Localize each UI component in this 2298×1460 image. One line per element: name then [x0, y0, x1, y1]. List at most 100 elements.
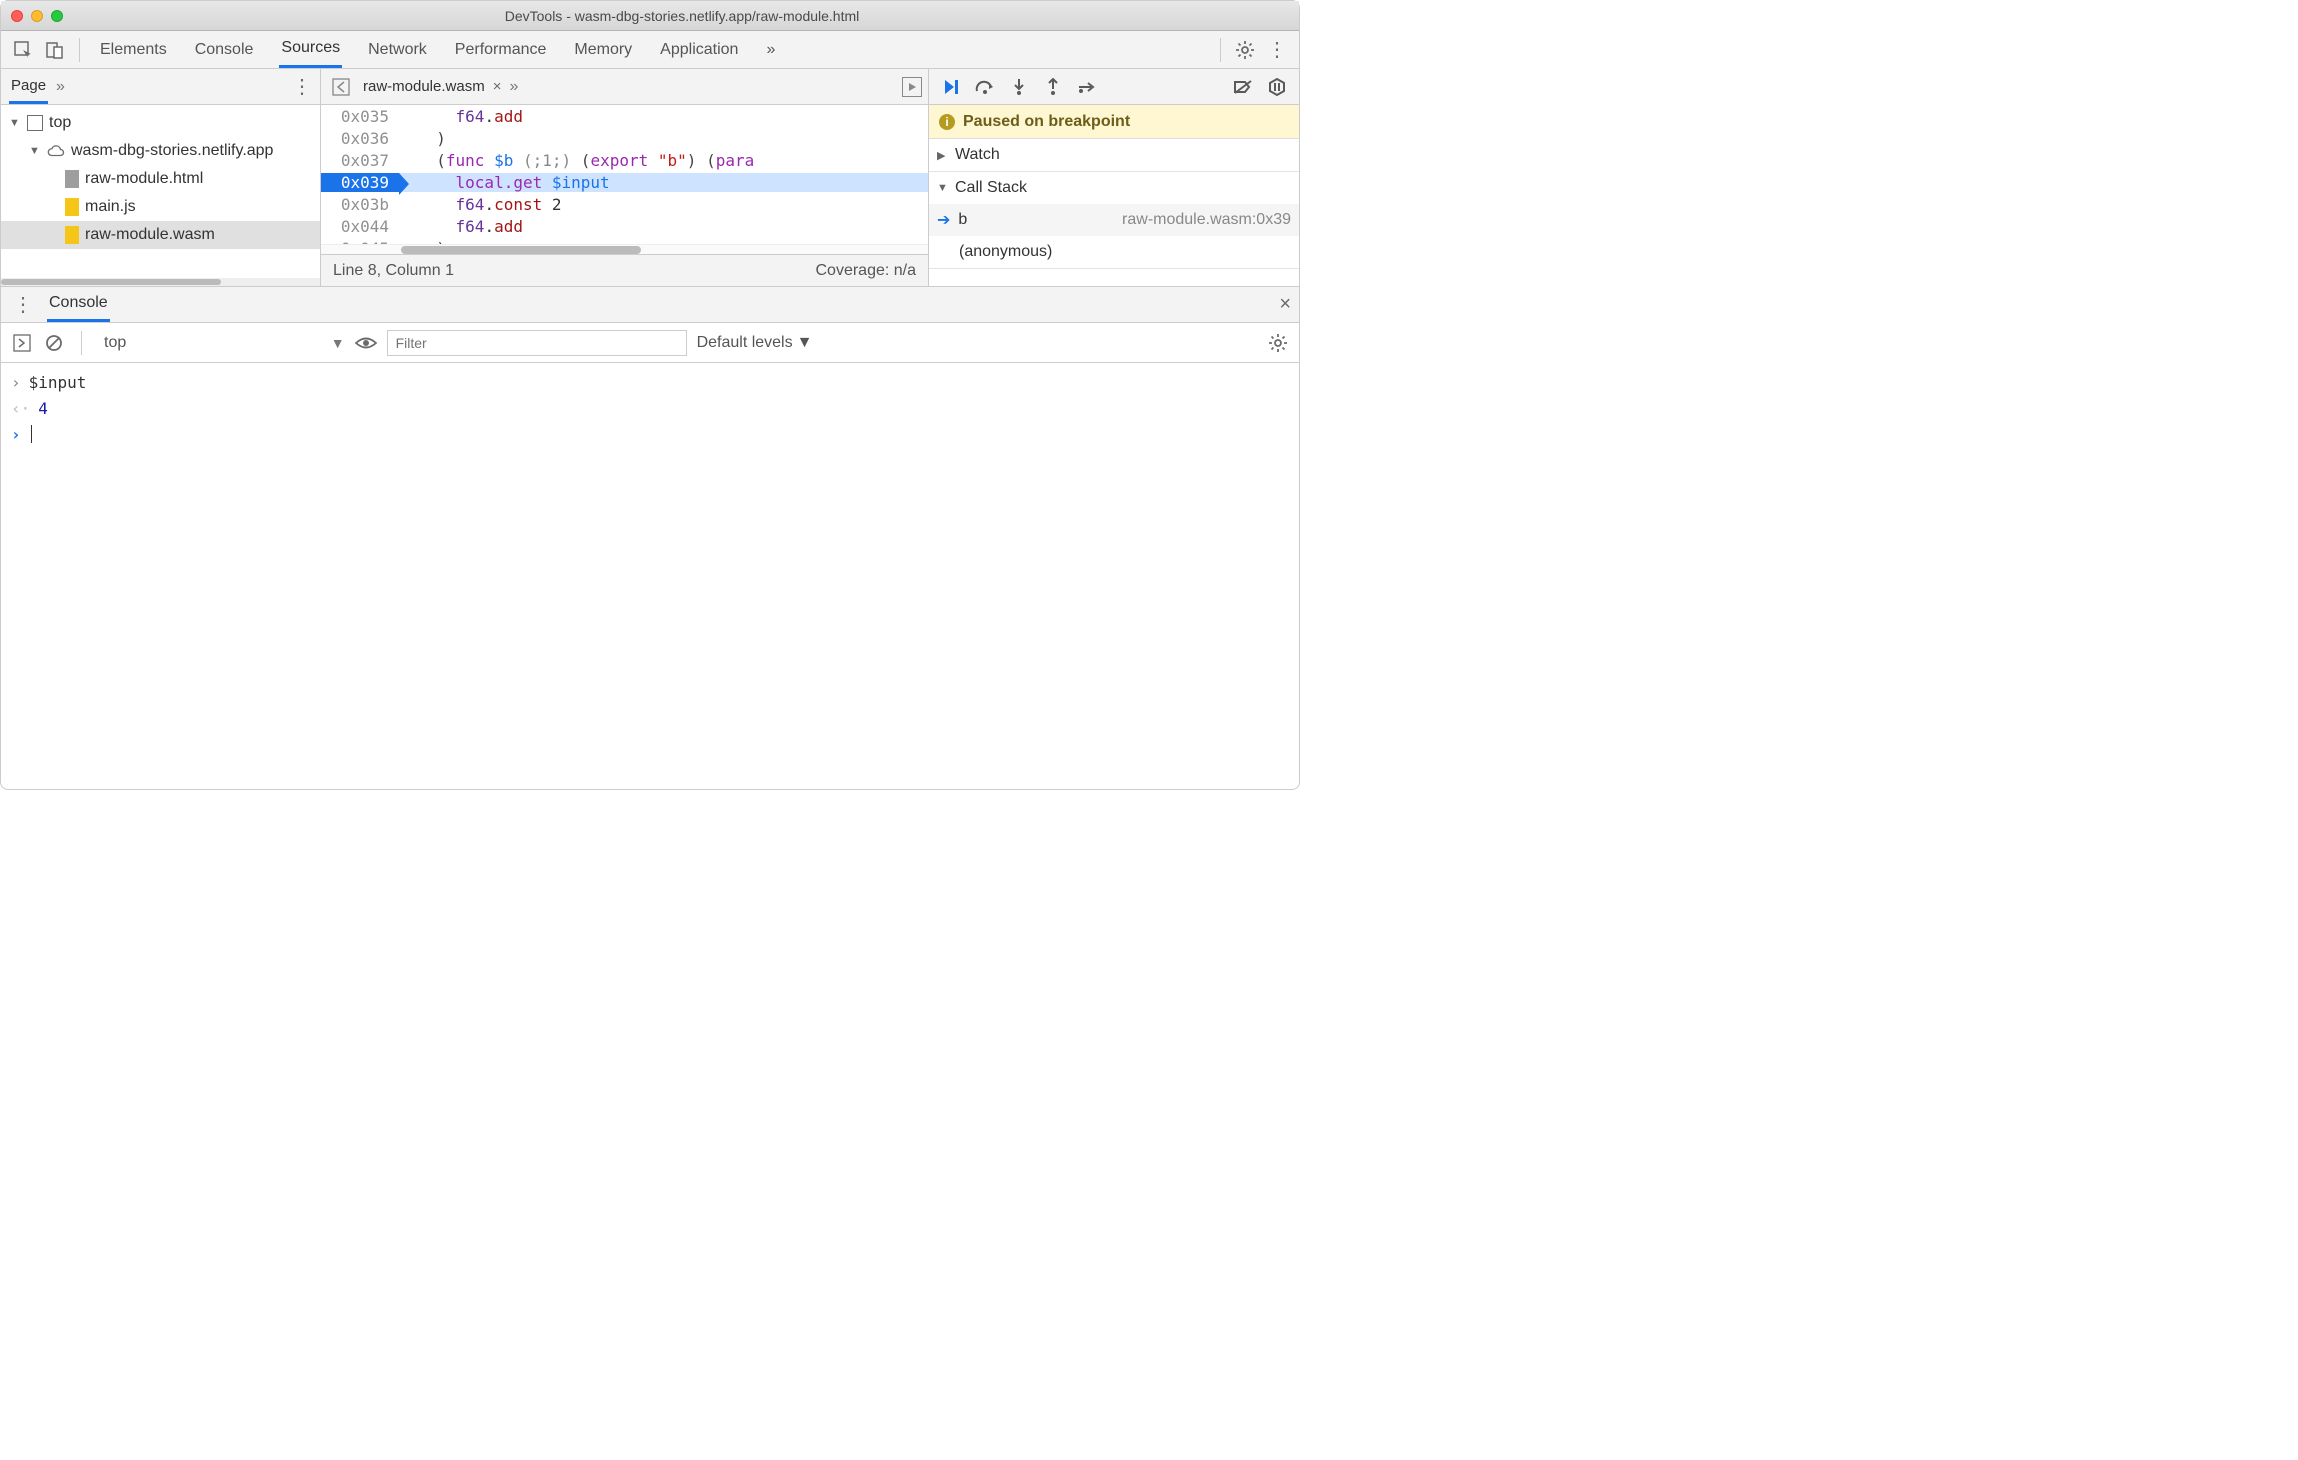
tab-console[interactable]: Console [193, 31, 256, 68]
gutter-address[interactable]: 0x045 [321, 239, 399, 245]
section-title: Call Stack [955, 179, 1027, 197]
settings-icon[interactable] [1231, 36, 1259, 64]
watch-section[interactable]: ▶ Watch [929, 139, 1299, 172]
editor-status-bar: Line 8, Column 1 Coverage: n/a [321, 254, 928, 286]
drawer-more-icon[interactable]: ⋮ [9, 291, 37, 319]
code-text: f64.add [399, 217, 523, 236]
divider [1220, 38, 1221, 62]
tree-domain[interactable]: ▼ wasm-dbg-stories.netlify.app [1, 137, 320, 165]
deactivate-breakpoints-icon[interactable] [1233, 77, 1253, 97]
input-prompt-icon: › [11, 373, 21, 392]
code-text: (func $b (;1;) (export "b") (para [399, 151, 754, 170]
file-icon [65, 198, 79, 216]
gutter-address[interactable]: 0x035 [321, 107, 399, 126]
divider [81, 331, 82, 355]
toggle-navigator-icon[interactable] [327, 73, 355, 101]
editor-tab[interactable]: raw-module.wasm × [363, 78, 501, 95]
frame-location: raw-module.wasm:0x39 [1122, 211, 1291, 229]
stack-frame[interactable]: (anonymous) [929, 236, 1299, 268]
editor-tabs-overflow[interactable]: » [509, 78, 518, 96]
code-line[interactable]: 0x036 ) [321, 127, 928, 149]
code-line[interactable]: 0x045 ) [321, 237, 928, 244]
window-title: DevTools - wasm-dbg-stories.netlify.app/… [75, 8, 1289, 24]
active-prompt-icon: › [11, 425, 21, 444]
section-title: Watch [955, 146, 1000, 164]
toggle-debugger-icon[interactable] [902, 77, 922, 97]
main-toolbar: Elements Console Sources Network Perform… [1, 31, 1299, 69]
coverage-status: Coverage: n/a [815, 262, 916, 280]
dropdown-icon: ▼ [797, 334, 813, 352]
tree-frame-top[interactable]: ▼ top [1, 109, 320, 137]
drawer-tabs: ⋮ Console × [1, 287, 1299, 323]
tab-performance[interactable]: Performance [453, 31, 549, 68]
text-caret [31, 425, 32, 443]
tab-application[interactable]: Application [658, 31, 740, 68]
minimize-window-button[interactable] [31, 10, 43, 22]
traffic-lights [11, 10, 63, 22]
code-line[interactable]: 0x035 f64.add [321, 105, 928, 127]
debugger-pane: i Paused on breakpoint ▶ Watch ▼ Call St… [929, 69, 1299, 286]
stack-frame[interactable]: ➔ b raw-module.wasm:0x39 [929, 204, 1299, 236]
console-prompt[interactable]: › [11, 421, 1289, 447]
sources-panels: Page » ⋮ ▼ top ▼ wasm-dbg-stories.netlif… [1, 69, 1299, 287]
callstack-header[interactable]: ▼ Call Stack [929, 172, 1299, 204]
context-selector[interactable]: top [98, 334, 141, 352]
gutter-address[interactable]: 0x044 [321, 217, 399, 236]
tree-file[interactable]: raw-module.html [1, 165, 320, 193]
console-settings-icon[interactable] [1267, 332, 1289, 354]
pause-on-exceptions-icon[interactable] [1267, 77, 1287, 97]
tab-network[interactable]: Network [366, 31, 429, 68]
navigator-more-icon[interactable]: ⋮ [292, 74, 312, 99]
step-icon[interactable] [1077, 77, 1097, 97]
console-sidebar-toggle-icon[interactable] [11, 332, 33, 354]
filter-input[interactable] [387, 330, 687, 356]
resume-icon[interactable] [941, 77, 961, 97]
clear-console-icon[interactable] [43, 332, 65, 354]
cloud-icon [47, 142, 65, 160]
editor-tabs: raw-module.wasm × » [321, 69, 928, 105]
tabs-overflow[interactable]: » [764, 31, 777, 68]
close-tab-icon[interactable]: × [493, 78, 502, 95]
step-out-icon[interactable] [1043, 77, 1063, 97]
code-text: local.get $input [399, 173, 928, 192]
expand-icon: ▼ [29, 145, 41, 157]
window-titlebar: DevTools - wasm-dbg-stories.netlify.app/… [1, 1, 1299, 31]
tab-elements[interactable]: Elements [98, 31, 169, 68]
more-menu-icon[interactable]: ⋮ [1263, 36, 1291, 64]
code-line[interactable]: 0x03b f64.const 2 [321, 193, 928, 215]
code-line[interactable]: 0x039 local.get $input [321, 171, 928, 193]
debugger-toolbar [929, 69, 1299, 105]
console-output[interactable]: › $input ‹· 4 › [1, 363, 1299, 789]
gutter-address[interactable]: 0x037 [321, 151, 399, 170]
gutter-address[interactable]: 0x03b [321, 195, 399, 214]
maximize-window-button[interactable] [51, 10, 63, 22]
tree-label: main.js [85, 198, 136, 216]
close-drawer-icon[interactable]: × [1279, 293, 1291, 316]
output-prompt-icon: ‹· [11, 399, 30, 418]
navigator-tab-page[interactable]: Page [9, 69, 48, 104]
code-line[interactable]: 0x044 f64.add [321, 215, 928, 237]
close-window-button[interactable] [11, 10, 23, 22]
live-expression-icon[interactable] [355, 332, 377, 354]
code-editor[interactable]: 0x035 f64.add0x036 )0x037 (func $b (;1;)… [321, 105, 928, 244]
expand-icon: ▼ [937, 182, 949, 194]
paused-banner: i Paused on breakpoint [929, 105, 1299, 139]
step-into-icon[interactable] [1009, 77, 1029, 97]
tab-sources[interactable]: Sources [279, 31, 342, 68]
step-over-icon[interactable] [975, 77, 995, 97]
tree-label: raw-module.html [85, 170, 203, 188]
gutter-address[interactable]: 0x039 [321, 173, 399, 192]
horizontal-scrollbar[interactable] [1, 278, 320, 286]
code-line[interactable]: 0x037 (func $b (;1;) (export "b") (para [321, 149, 928, 171]
tree-file-selected[interactable]: raw-module.wasm [1, 221, 320, 249]
device-toolbar-icon[interactable] [41, 36, 69, 64]
tab-memory[interactable]: Memory [572, 31, 634, 68]
levels-label: Default levels [697, 334, 793, 352]
log-levels-selector[interactable]: Default levels ▼ [697, 334, 813, 352]
tree-file[interactable]: main.js [1, 193, 320, 221]
gutter-address[interactable]: 0x036 [321, 129, 399, 148]
drawer-tab-console[interactable]: Console [47, 287, 110, 322]
editor-horizontal-scrollbar[interactable] [321, 244, 928, 254]
inspect-element-icon[interactable] [9, 36, 37, 64]
navigator-overflow[interactable]: » [56, 78, 65, 96]
